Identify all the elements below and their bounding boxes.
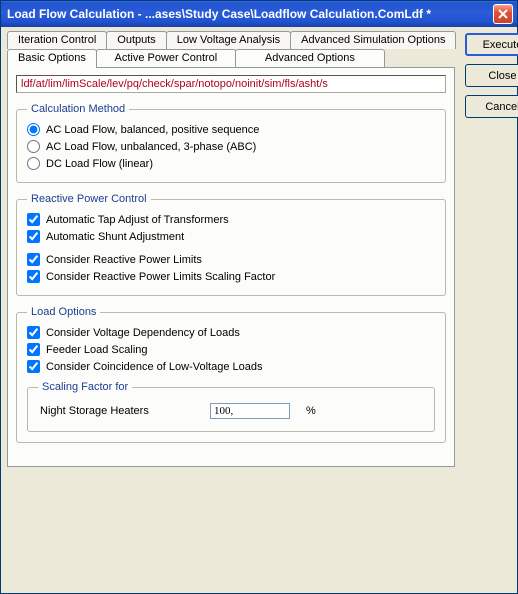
tab-basic-options[interactable]: Basic Options: [7, 49, 97, 68]
tab-iteration-control[interactable]: Iteration Control: [7, 31, 107, 49]
group-scaling-factor: Scaling Factor for Night Storage Heaters…: [27, 381, 435, 432]
chk-consider-rpl[interactable]: Consider Reactive Power Limits: [27, 251, 435, 268]
group-load-options: Load Options Consider Voltage Dependency…: [16, 306, 446, 443]
chk-consider-rpl-scaling-label: Consider Reactive Power Limits Scaling F…: [46, 271, 275, 283]
chk-consider-rpl-label: Consider Reactive Power Limits: [46, 254, 202, 266]
chk-voltage-dependency[interactable]: Consider Voltage Dependency of Loads: [27, 324, 435, 341]
chk-auto-tap-adjust[interactable]: Automatic Tap Adjust of Transformers: [27, 211, 435, 228]
input-night-storage-heaters[interactable]: [210, 403, 290, 419]
radio-dc-linear-label: DC Load Flow (linear): [46, 158, 153, 170]
close-icon[interactable]: [493, 4, 513, 24]
chk-consider-rpl-scaling-input[interactable]: [27, 270, 40, 283]
chk-auto-tap-adjust-input[interactable]: [27, 213, 40, 226]
radio-ac-balanced-input[interactable]: [27, 123, 40, 136]
radio-ac-unbalanced[interactable]: AC Load Flow, unbalanced, 3-phase (ABC): [27, 138, 435, 155]
chk-feeder-load-scaling-label: Feeder Load Scaling: [46, 344, 148, 356]
label-night-storage-heaters: Night Storage Heaters: [40, 405, 210, 417]
chk-feeder-load-scaling[interactable]: Feeder Load Scaling: [27, 341, 435, 358]
chk-consider-rpl-scaling[interactable]: Consider Reactive Power Limits Scaling F…: [27, 268, 435, 285]
tab-outputs[interactable]: Outputs: [106, 31, 167, 49]
path-display: ldf/at/lim/limScale/lev/pq/check/spar/no…: [16, 75, 446, 93]
execute-button[interactable]: Execute: [465, 33, 518, 56]
chk-voltage-dependency-input[interactable]: [27, 326, 40, 339]
window-title: Load Flow Calculation - ...ases\Study Ca…: [7, 7, 493, 21]
chk-coincidence-lv-loads[interactable]: Consider Coincidence of Low-Voltage Load…: [27, 358, 435, 375]
chk-auto-tap-adjust-label: Automatic Tap Adjust of Transformers: [46, 214, 229, 226]
tab-advanced-simulation-options[interactable]: Advanced Simulation Options: [290, 31, 456, 49]
close-button[interactable]: Close: [465, 64, 518, 87]
tab-low-voltage-analysis[interactable]: Low Voltage Analysis: [166, 31, 291, 49]
chk-auto-shunt-adjust-input[interactable]: [27, 230, 40, 243]
chk-feeder-load-scaling-input[interactable]: [27, 343, 40, 356]
title-bar: Load Flow Calculation - ...ases\Study Ca…: [1, 1, 517, 27]
chk-auto-shunt-adjust[interactable]: Automatic Shunt Adjustment: [27, 228, 435, 245]
radio-ac-balanced[interactable]: AC Load Flow, balanced, positive sequenc…: [27, 121, 435, 138]
chk-voltage-dependency-label: Consider Voltage Dependency of Loads: [46, 327, 240, 339]
radio-ac-unbalanced-label: AC Load Flow, unbalanced, 3-phase (ABC): [46, 141, 256, 153]
chk-consider-rpl-input[interactable]: [27, 253, 40, 266]
button-column: Execute Close Cancel: [455, 31, 518, 467]
tab-control: Iteration Control Outputs Low Voltage An…: [7, 31, 455, 467]
legend-load-options: Load Options: [27, 306, 100, 318]
radio-ac-unbalanced-input[interactable]: [27, 140, 40, 153]
tab-page-basic-options: ldf/at/lim/limScale/lev/pq/check/spar/no…: [7, 67, 455, 467]
client-area: Iteration Control Outputs Low Voltage An…: [1, 27, 517, 593]
unit-percent: %: [306, 405, 316, 417]
legend-reactive-power-control: Reactive Power Control: [27, 193, 151, 205]
radio-dc-linear[interactable]: DC Load Flow (linear): [27, 155, 435, 172]
group-calculation-method: Calculation Method AC Load Flow, balance…: [16, 103, 446, 183]
chk-auto-shunt-adjust-label: Automatic Shunt Adjustment: [46, 231, 184, 243]
tab-advanced-options[interactable]: Advanced Options: [235, 49, 385, 67]
tab-active-power-control[interactable]: Active Power Control: [96, 49, 236, 67]
radio-dc-linear-input[interactable]: [27, 157, 40, 170]
chk-coincidence-lv-loads-input[interactable]: [27, 360, 40, 373]
legend-scaling-factor: Scaling Factor for: [38, 381, 132, 393]
cancel-button[interactable]: Cancel: [465, 95, 518, 118]
radio-ac-balanced-label: AC Load Flow, balanced, positive sequenc…: [46, 124, 259, 136]
group-reactive-power-control: Reactive Power Control Automatic Tap Adj…: [16, 193, 446, 296]
legend-calculation-method: Calculation Method: [27, 103, 129, 115]
chk-coincidence-lv-loads-label: Consider Coincidence of Low-Voltage Load…: [46, 361, 262, 373]
dialog-window: Load Flow Calculation - ...ases\Study Ca…: [0, 0, 518, 594]
